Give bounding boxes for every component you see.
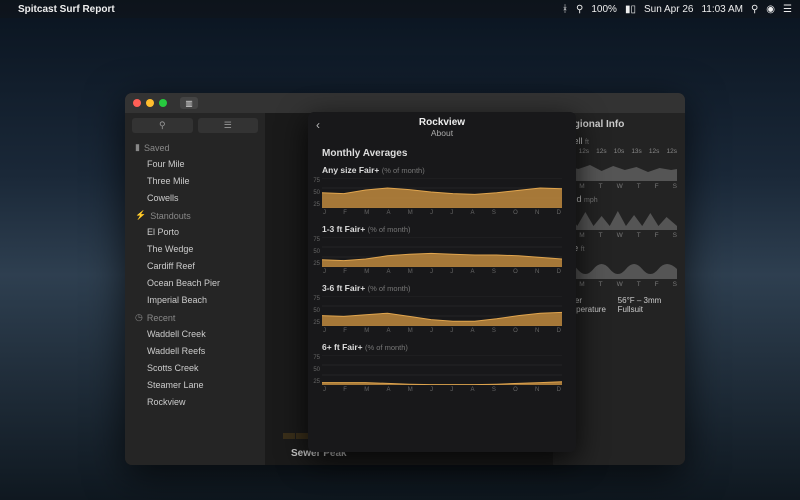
sidebar-item[interactable]: Rockview bbox=[125, 393, 265, 410]
battery-text: 100% bbox=[591, 4, 617, 15]
siri-icon[interactable]: ◉ bbox=[766, 4, 775, 15]
sidebar-section-standouts: ⚡ Standouts bbox=[125, 206, 265, 223]
swell-chart bbox=[561, 157, 677, 181]
tide-days: SMTWTFS bbox=[561, 281, 677, 288]
chart-area: 755025 bbox=[322, 237, 562, 267]
swell-label: Swell ft bbox=[561, 136, 677, 146]
chart-months: JFMAMJJASOND bbox=[322, 387, 562, 393]
sidebar-item[interactable]: Ocean Beach Pier bbox=[125, 274, 265, 291]
chart-area: 755025 bbox=[322, 296, 562, 326]
sidebar-section-saved: ▮ Saved bbox=[125, 138, 265, 155]
sidebar-section-recent: ◷ Recent bbox=[125, 308, 265, 325]
battery-icon[interactable]: ▮▯ bbox=[625, 4, 636, 15]
modal-body[interactable]: Monthly Averages Any size Fair+ (% of mo… bbox=[308, 142, 576, 452]
chart-area: 755025 bbox=[322, 355, 562, 385]
sidebar-item[interactable]: Scotts Creek bbox=[125, 359, 265, 376]
titlebar: ▥ bbox=[125, 93, 685, 113]
filter-button[interactable]: ☰ bbox=[198, 118, 259, 133]
wind-days: SMTWTFS bbox=[561, 232, 677, 239]
sidebar-item[interactable]: Four Mile bbox=[125, 155, 265, 172]
search-button[interactable]: ⚲ bbox=[132, 118, 193, 133]
macos-menubar: Spitcast Surf Report ᚼ ⚲ 100% ▮▯ Sun Apr… bbox=[0, 0, 800, 18]
water-temp-row: Water Temperature 56°F – 3mm Fullsuit bbox=[561, 296, 677, 314]
sidebar-item[interactable]: Waddell Reefs bbox=[125, 342, 265, 359]
monthly-averages-heading: Monthly Averages bbox=[322, 148, 562, 159]
notification-center-icon[interactable]: ☰ bbox=[783, 4, 792, 15]
chart-months: JFMAMJJASOND bbox=[322, 210, 562, 216]
app-name[interactable]: Spitcast Surf Report bbox=[18, 4, 115, 15]
close-button[interactable] bbox=[133, 99, 141, 107]
chart-label: 3-6 ft Fair+ (% of month) bbox=[322, 283, 562, 293]
about-modal: ‹ Rockview About Monthly Averages Any si… bbox=[308, 112, 576, 452]
sidebar-item[interactable]: Imperial Beach bbox=[125, 291, 265, 308]
modal-header: ‹ Rockview About bbox=[308, 112, 576, 142]
chart-months: JFMAMJJASOND bbox=[322, 269, 562, 275]
wifi-icon[interactable]: ⚲ bbox=[576, 4, 583, 15]
monthly-chart: Any size Fair+ (% of month) 755025 JFMAMJJ… bbox=[322, 165, 562, 216]
modal-subtitle: About bbox=[316, 128, 568, 138]
chart-label: 6+ ft Fair+ (% of month) bbox=[322, 342, 562, 352]
sidebar: ⚲ ☰ ▮ Saved Four Mile Three Mile Cowells… bbox=[125, 113, 265, 465]
view-toggle[interactable]: ▥ bbox=[180, 97, 198, 109]
minimize-button[interactable] bbox=[146, 99, 154, 107]
chart-label: 1-3 ft Fair+ (% of month) bbox=[322, 224, 562, 234]
sidebar-item[interactable]: The Wedge bbox=[125, 240, 265, 257]
monthly-chart: 6+ ft Fair+ (% of month) 755025 JFMAMJJASO… bbox=[322, 342, 562, 393]
sidebar-item[interactable]: Cowells bbox=[125, 189, 265, 206]
menubar-time: 11:03 AM bbox=[701, 4, 743, 15]
zoom-button[interactable] bbox=[159, 99, 167, 107]
back-button[interactable]: ‹ bbox=[316, 118, 320, 132]
chart-months: JFMAMJJASOND bbox=[322, 328, 562, 334]
sidebar-item[interactable]: Cardiff Reef bbox=[125, 257, 265, 274]
spotlight-icon[interactable]: ⚲ bbox=[751, 4, 758, 15]
menubar-date: Sun Apr 26 bbox=[644, 4, 693, 15]
swell-periods: 12s12s12s10s13s12s12s bbox=[561, 148, 677, 155]
modal-title: Rockview bbox=[316, 117, 568, 128]
tide-label: Tide ft bbox=[561, 243, 677, 253]
swell-days: SMTWTFS bbox=[561, 183, 677, 190]
sidebar-toggle-icon[interactable]: ▥ bbox=[180, 97, 198, 109]
wind-label: Wind mph bbox=[561, 194, 677, 204]
sidebar-item[interactable]: Three Mile bbox=[125, 172, 265, 189]
regional-title: Regional Info bbox=[561, 119, 677, 130]
bluetooth-icon[interactable]: ᚼ bbox=[562, 4, 568, 15]
sidebar-item[interactable]: Waddell Creek bbox=[125, 325, 265, 342]
sidebar-item[interactable]: Steamer Lane bbox=[125, 376, 265, 393]
tide-chart bbox=[561, 255, 677, 279]
monthly-chart: 3-6 ft Fair+ (% of month) 755025 JFMAMJJAS… bbox=[322, 283, 562, 334]
monthly-chart: 1-3 ft Fair+ (% of month) 755025 JFMAMJJAS… bbox=[322, 224, 562, 275]
sidebar-item[interactable]: El Porto bbox=[125, 223, 265, 240]
chart-area: 755025 bbox=[322, 178, 562, 208]
chart-label: Any size Fair+ (% of month) bbox=[322, 165, 562, 175]
wind-chart bbox=[561, 206, 677, 230]
